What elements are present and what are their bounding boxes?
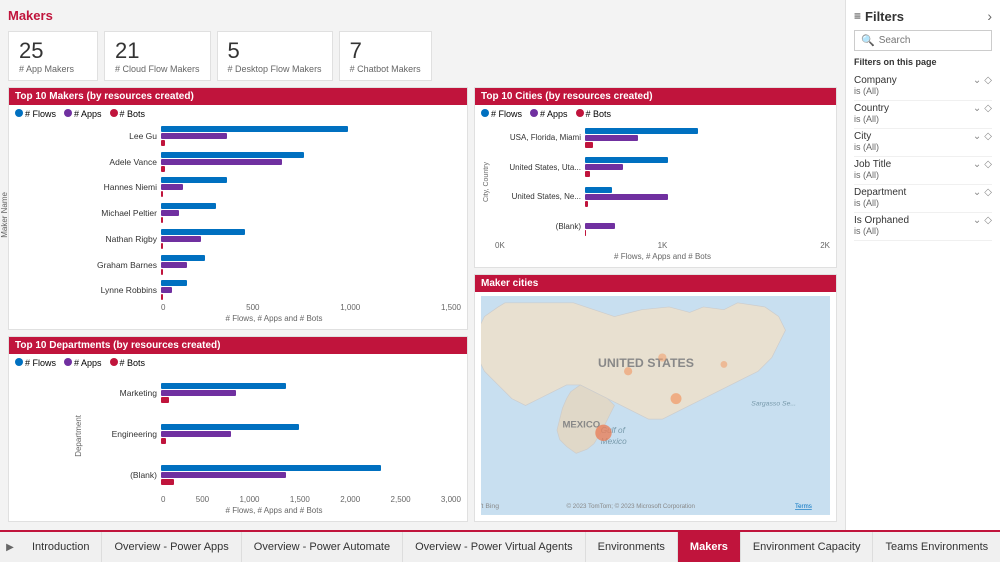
table-row: Michael Peltier <box>87 203 461 223</box>
top-makers-title: Top 10 Makers (by resources created) <box>9 88 467 105</box>
filter-search-box[interactable]: 🔍 <box>854 30 992 51</box>
makers-legend: # Flows # Apps # Bots <box>15 109 461 119</box>
nav-tab-introduction[interactable]: Introduction <box>20 531 102 562</box>
cities-legend: # Flows # Apps # Bots <box>481 109 830 119</box>
filter-clear-icon[interactable]: ◇ <box>984 187 992 198</box>
svg-text:Terms: Terms <box>795 503 812 510</box>
top-depts-title: Top 10 Departments (by resources created… <box>9 337 467 354</box>
makers-axis-label: # Flows, # Apps and # Bots <box>87 314 461 323</box>
filter-search-input[interactable] <box>879 35 985 46</box>
maker-cities-map: Maker cities Gulf of Mexico <box>474 274 837 522</box>
svg-text:Sargasso Se...: Sargasso Se... <box>751 401 796 408</box>
kpi-flow-makers: 21 # Cloud Flow Makers <box>104 31 211 81</box>
table-row: (Blank) <box>491 216 830 236</box>
filter-item[interactable]: Department ⌄ ◇ is (All) <box>854 187 992 213</box>
filters-section-title: Filters on this page <box>854 57 992 67</box>
top-makers-chart: Top 10 Makers (by resources created) # F… <box>8 87 468 330</box>
filters-panel: ≡ Filters › 🔍 Filters on this page Compa… <box>845 0 1000 530</box>
table-row: Adele Vance <box>87 152 461 172</box>
filters-expand-icon[interactable]: › <box>987 8 992 24</box>
filter-chevron-icon[interactable]: ⌄ <box>973 159 981 170</box>
filters-header: ≡ Filters › <box>854 8 992 24</box>
nav-tab-environments[interactable]: Environments <box>586 531 678 562</box>
filter-clear-icon[interactable]: ◇ <box>984 159 992 170</box>
kpi-row: 25 # App Makers 21 # Cloud Flow Makers 5… <box>8 31 837 81</box>
kpi-app-makers: 25 # App Makers <box>8 31 98 81</box>
axis-y-label: Maker Name <box>0 192 9 238</box>
nav-tab-environment-capacity[interactable]: Environment Capacity <box>741 531 874 562</box>
depts-legend: # Flows # Apps # Bots <box>15 358 461 368</box>
table-row: Engineering <box>87 424 461 444</box>
filter-chevron-icon[interactable]: ⌄ <box>973 187 981 198</box>
filter-items-list: Company ⌄ ◇ is (All) Country ⌄ ◇ is (All… <box>854 75 992 243</box>
table-row: Graham Barnes <box>87 255 461 275</box>
page-title: Makers <box>8 8 837 23</box>
dept-axis-y-label: Department <box>74 415 83 457</box>
filter-clear-icon[interactable]: ◇ <box>984 75 992 86</box>
maker-cities-title: Maker cities <box>475 275 836 292</box>
top-cities-title: Top 10 Cities (by resources created) <box>475 88 836 105</box>
kpi-desktop-makers: 5 # Desktop Flow Makers <box>217 31 333 81</box>
nav-tab-makers[interactable]: Makers <box>678 531 741 562</box>
kpi-desktop-makers-value: 5 <box>228 38 322 64</box>
nav-tab-teams-environments[interactable]: Teams Environments <box>873 531 1000 562</box>
nav-tab-overview---power-virtual-agents[interactable]: Overview - Power Virtual Agents <box>403 531 586 562</box>
filter-clear-icon[interactable]: ◇ <box>984 215 992 226</box>
filter-item[interactable]: Job Title ⌄ ◇ is (All) <box>854 159 992 185</box>
kpi-flow-makers-label: # Cloud Flow Makers <box>115 64 200 74</box>
svg-text:Microsoft Bing: Microsoft Bing <box>481 503 499 510</box>
cities-axis-label: # Flows, # Apps and # Bots <box>495 252 830 261</box>
svg-text:© 2023 TomTom; © 2023 Microsof: © 2023 TomTom; © 2023 Microsoft Corporat… <box>567 503 696 510</box>
nav-prev-arrow[interactable]: ▶ <box>0 531 20 562</box>
filter-chevron-icon[interactable]: ⌄ <box>973 215 981 226</box>
depts-axis-label: # Flows, # Apps and # Bots <box>87 506 461 515</box>
nav-tab-overview---power-automate[interactable]: Overview - Power Automate <box>242 531 403 562</box>
filter-clear-icon[interactable]: ◇ <box>984 131 992 142</box>
kpi-chatbot-makers-value: 7 <box>350 38 421 64</box>
top-cities-chart: Top 10 Cities (by resources created) # F… <box>474 87 837 268</box>
svg-text:MEXICO: MEXICO <box>562 419 600 430</box>
kpi-flow-makers-value: 21 <box>115 38 200 64</box>
table-row: Marketing <box>87 383 461 403</box>
filter-chevron-icon[interactable]: ⌄ <box>973 75 981 86</box>
filter-clear-icon[interactable]: ◇ <box>984 103 992 114</box>
kpi-app-makers-value: 25 <box>19 38 87 64</box>
filter-chevron-icon[interactable]: ⌄ <box>973 103 981 114</box>
filter-item[interactable]: City ⌄ ◇ is (All) <box>854 131 992 157</box>
kpi-desktop-makers-label: # Desktop Flow Makers <box>228 64 322 74</box>
filter-icon: ≡ <box>854 9 861 23</box>
map: Gulf of Mexico Sargasso Se... MEXICO UNI… <box>481 296 830 515</box>
filter-chevron-icon[interactable]: ⌄ <box>973 131 981 142</box>
filter-item[interactable]: Is Orphaned ⌄ ◇ is (All) <box>854 215 992 241</box>
table-row: Hannes Niemi <box>87 177 461 197</box>
table-row: USA, Florida, Miami <box>491 128 830 148</box>
table-row: United States, Uta... <box>491 157 830 177</box>
table-row: (Blank) <box>87 465 461 485</box>
table-row: Lynne Robbins <box>87 280 461 300</box>
filter-item[interactable]: Company ⌄ ◇ is (All) <box>854 75 992 101</box>
top-depts-chart: Top 10 Departments (by resources created… <box>8 336 468 522</box>
kpi-chatbot-makers: 7 # Chatbot Makers <box>339 31 432 81</box>
filter-item[interactable]: Country ⌄ ◇ is (All) <box>854 103 992 129</box>
search-icon: 🔍 <box>861 34 875 47</box>
bottom-nav: ▶ IntroductionOverview - Power AppsOverv… <box>0 530 1000 562</box>
kpi-app-makers-label: # App Makers <box>19 64 87 74</box>
table-row: Nathan Rigby <box>87 229 461 249</box>
table-row: United States, Ne... <box>491 187 830 207</box>
nav-tab-overview---power-apps[interactable]: Overview - Power Apps <box>102 531 241 562</box>
svg-text:UNITED STATES: UNITED STATES <box>598 356 694 370</box>
filters-title: ≡ Filters <box>854 9 904 24</box>
table-row: Lee Gu <box>87 126 461 146</box>
kpi-chatbot-makers-label: # Chatbot Makers <box>350 64 421 74</box>
